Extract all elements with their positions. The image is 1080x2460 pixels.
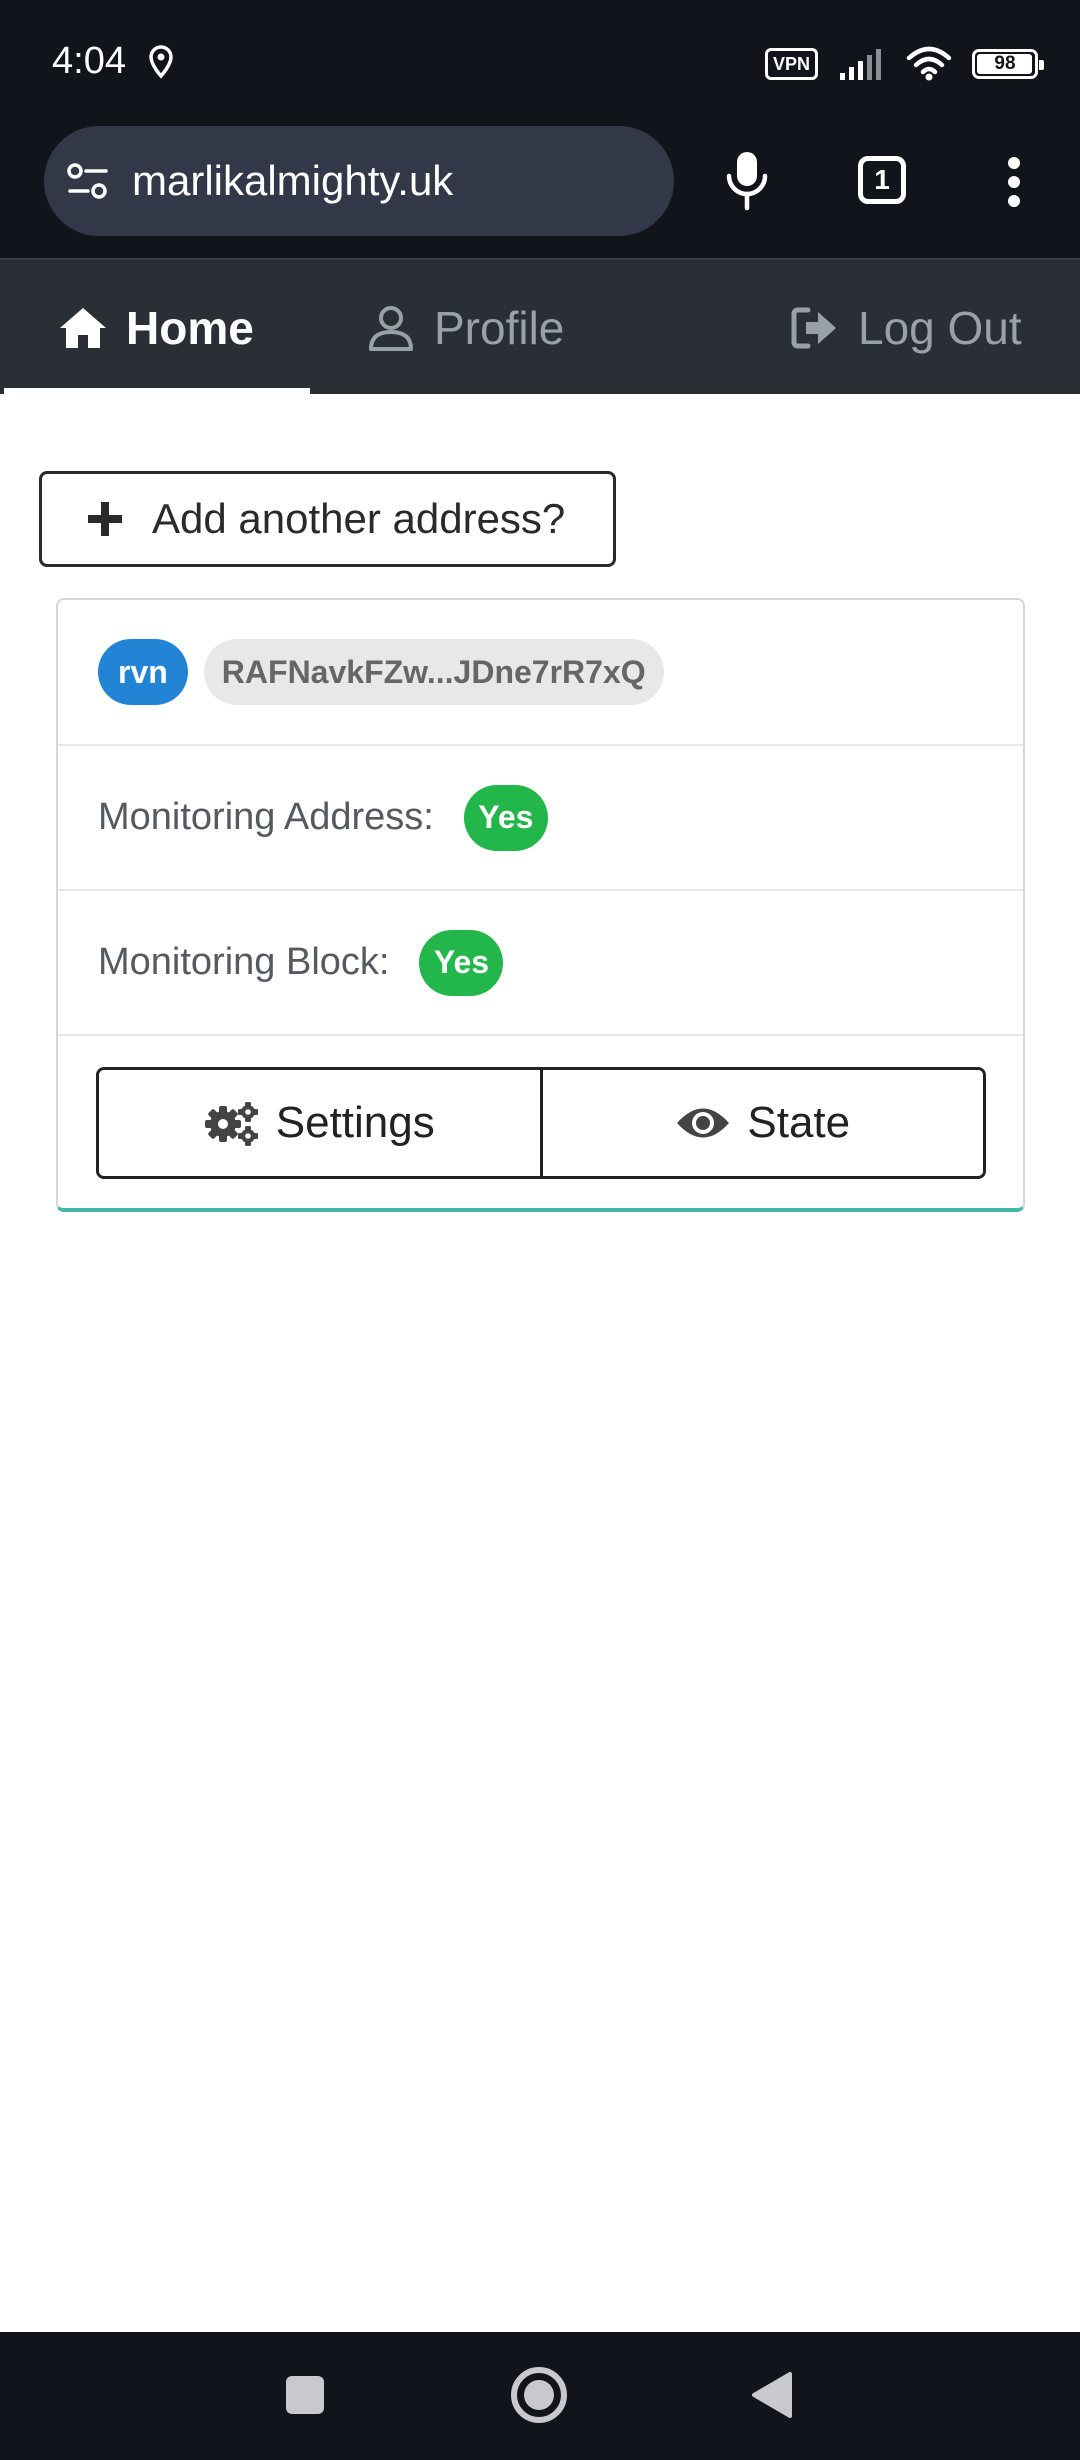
monitoring-address-row: Monitoring Address: Yes <box>58 746 1023 891</box>
site-settings-icon[interactable] <box>66 161 110 201</box>
vpn-icon: VPN <box>764 48 818 80</box>
state-label: State <box>747 1098 851 1147</box>
battery-icon: 98 <box>972 49 1044 79</box>
tab-switcher-button[interactable]: 1 <box>858 156 906 204</box>
home-button-icon[interactable] <box>506 2362 572 2428</box>
state-button[interactable]: State <box>539 1070 983 1176</box>
add-address-button[interactable]: Add another address? <box>39 471 616 567</box>
system-navigation-bar <box>0 2332 1080 2460</box>
battery-percent: 98 <box>994 53 1016 74</box>
plus-icon <box>88 502 122 536</box>
nav-home[interactable]: Home <box>58 260 254 396</box>
recents-icon[interactable] <box>272 2362 338 2428</box>
settings-button[interactable]: Settings <box>99 1070 540 1176</box>
card-action-buttons: Settings State <box>96 1067 986 1179</box>
monitoring-address-label: Monitoring Address: <box>98 796 434 838</box>
monitoring-address-status-badge: Yes <box>463 784 548 851</box>
address-badge: RAFNavkFZw...JDne7rR7xQ <box>203 639 664 705</box>
settings-label: Settings <box>275 1098 435 1147</box>
monitoring-block-row: Monitoring Block: Yes <box>58 891 1023 1036</box>
app-navbar: Home Profile Log Out <box>0 258 1080 394</box>
cogs-icon <box>204 1102 258 1146</box>
nav-profile-label: Profile <box>434 302 565 354</box>
monitoring-block-label: Monitoring Block: <box>98 941 390 983</box>
status-icons: VPN 98 <box>764 44 1044 84</box>
user-icon <box>369 306 413 351</box>
eye-icon <box>677 1108 730 1138</box>
active-tab-indicator <box>4 388 310 394</box>
microphone-icon[interactable] <box>722 148 772 212</box>
address-header-row: rvn RAFNavkFZw...JDne7rR7xQ <box>58 600 1023 746</box>
home-icon <box>60 308 106 348</box>
status-time: 4:04 <box>52 40 126 82</box>
coin-badge: rvn <box>98 639 188 705</box>
signal-icon <box>840 49 881 80</box>
status-bar: 4:04 VPN 98 <box>0 0 1080 126</box>
battery-tip <box>1039 60 1044 70</box>
nav-home-label: Home <box>126 302 254 354</box>
browser-toolbar: marlikalmighty.uk 1 <box>0 126 1080 258</box>
nav-logout[interactable]: Log Out <box>790 260 1022 396</box>
add-address-label: Add another address? <box>152 495 566 542</box>
location-icon <box>149 45 173 79</box>
wifi-icon <box>906 46 952 81</box>
sign-out-icon <box>791 307 836 349</box>
monitoring-block-status-badge: Yes <box>419 929 504 996</box>
nav-logout-label: Log Out <box>858 302 1022 354</box>
more-options-icon[interactable] <box>1006 156 1022 208</box>
back-icon[interactable] <box>740 2362 806 2428</box>
nav-profile[interactable]: Profile <box>366 260 564 396</box>
address-bar[interactable]: marlikalmighty.uk <box>44 126 674 236</box>
url-text[interactable]: marlikalmighty.uk <box>132 157 453 205</box>
address-card: rvn RAFNavkFZw...JDne7rR7xQ Monitoring A… <box>56 598 1025 1212</box>
